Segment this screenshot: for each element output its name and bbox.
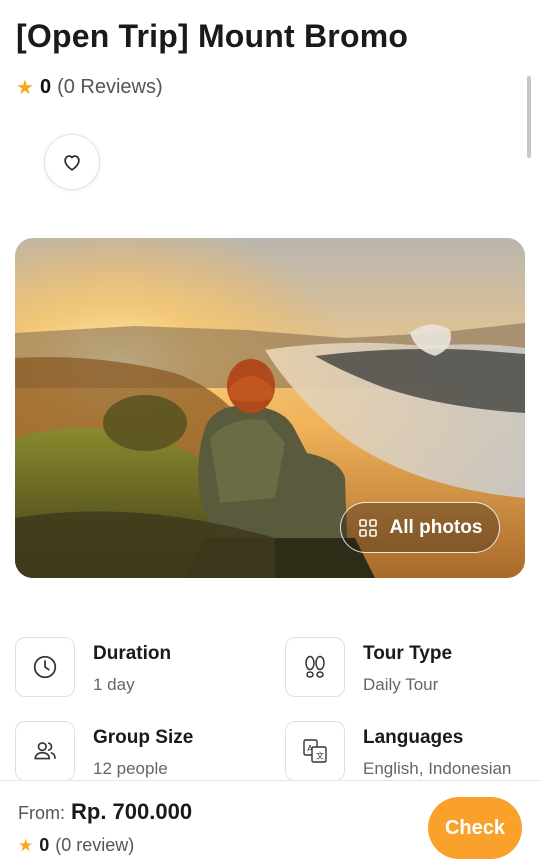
heart-icon	[64, 155, 80, 171]
price-value: Rp. 700.000	[71, 799, 193, 824]
page-title: [Open Trip] Mount Bromo	[16, 18, 409, 54]
check-button[interactable]: Check	[428, 797, 522, 859]
svg-text:文: 文	[316, 751, 324, 761]
price-row: From: Rp. 700.000	[18, 799, 192, 825]
feature-label: Group Size	[93, 727, 194, 748]
feature-label: Tour Type	[363, 643, 453, 664]
booking-bar: From: Rp. 700.000 ★ 0 (0 review) Check	[0, 780, 540, 868]
feature-icon-box: A 文	[285, 721, 345, 781]
group-icon	[34, 742, 56, 760]
feature-languages: A 文 Languages English, Indonesian	[285, 721, 511, 781]
feature-duration: Duration 1 day	[15, 637, 171, 697]
favorite-button[interactable]	[44, 134, 100, 190]
all-photos-label: All photos	[389, 516, 483, 538]
feature-tour-type: Tour Type Daily Tour	[285, 637, 452, 697]
feature-value: English, Indonesian	[363, 759, 512, 778]
rating-score: 0	[39, 835, 50, 855]
clock-icon	[33, 655, 57, 679]
rating-score: 0	[39, 76, 52, 98]
review-count[interactable]: (0 Reviews)	[57, 76, 163, 99]
grid-icon	[358, 518, 377, 537]
star-icon: ★	[16, 76, 34, 99]
feature-icon-box	[285, 637, 345, 697]
svg-text:A: A	[307, 744, 313, 753]
feature-label: Languages	[363, 727, 464, 748]
feature-label: Duration	[93, 643, 172, 664]
scrollbar[interactable]	[527, 76, 531, 158]
review-count: (0 review)	[55, 835, 135, 855]
feature-icon-box	[15, 721, 75, 781]
price-from-label: From:	[18, 803, 65, 823]
footprints-icon	[305, 655, 325, 678]
rating-summary: ★ 0 (0 Reviews)	[16, 76, 163, 99]
feature-group-size: Group Size 12 people	[15, 721, 193, 781]
feature-icon-box	[15, 637, 75, 697]
feature-value: Daily Tour	[363, 675, 439, 694]
star-icon: ★	[18, 835, 34, 855]
all-photos-button[interactable]: All photos	[340, 502, 500, 553]
bottom-rating: ★ 0 (0 review)	[18, 835, 134, 856]
translate-icon: A 文	[303, 739, 327, 763]
feature-value: 1 day	[93, 675, 135, 694]
feature-value: 12 people	[93, 759, 168, 778]
